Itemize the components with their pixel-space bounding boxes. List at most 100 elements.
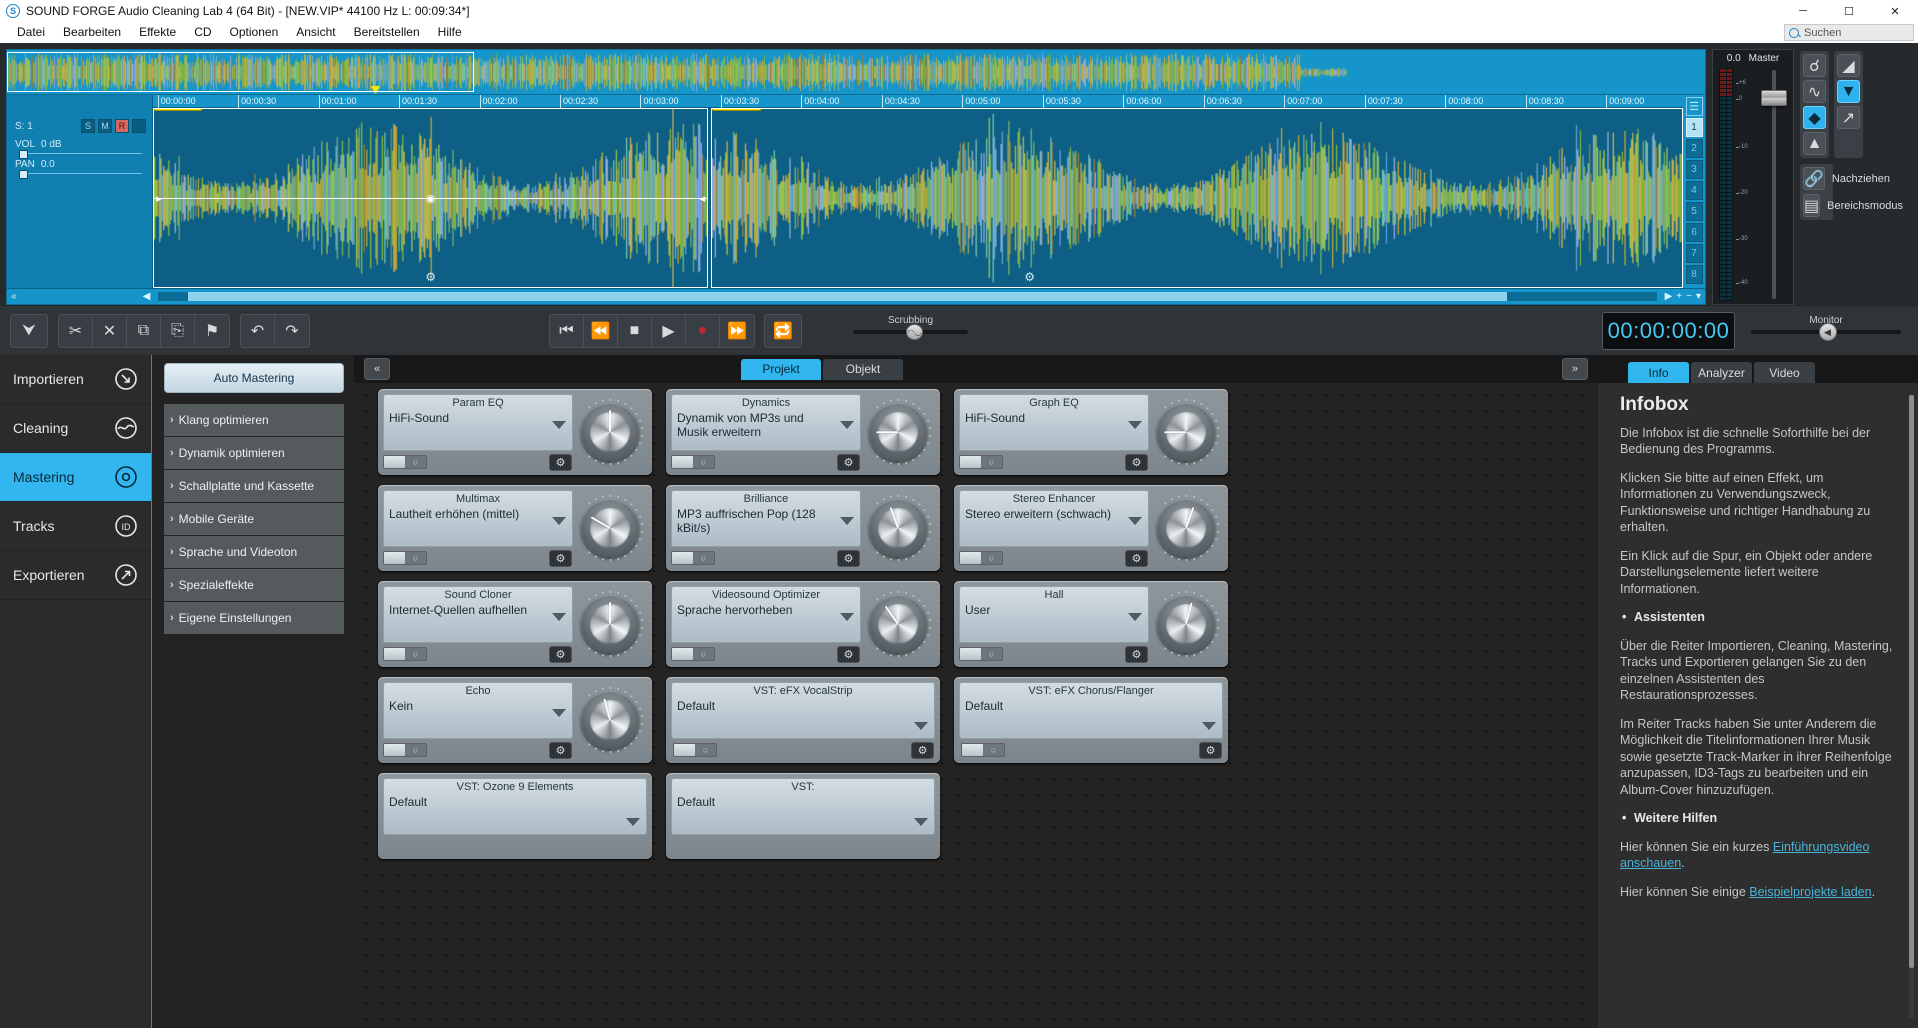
track-number-3[interactable]: 3 [1686, 160, 1703, 179]
effect-card[interactable]: Sound ClonerInternet-Quellen aufhellen○⚙ [378, 581, 652, 667]
search-input[interactable]: Suchen [1784, 24, 1914, 41]
track-lane[interactable]: 1:Track 2 ▸ ◂ ◉ ⚙ 2:Track 4 ⚙ [153, 108, 1683, 288]
menu-optionen[interactable]: Optionen [221, 22, 288, 43]
effect-power-toggle[interactable]: ○ [959, 455, 1003, 469]
sidebar-item-tracks[interactable]: Tracks ID [0, 502, 151, 551]
effect-intensity-knob[interactable] [581, 499, 639, 557]
scroll-right-arrow[interactable]: ▶ [1665, 291, 1673, 302]
effect-card[interactable]: DynamicsDynamik von MP3s und Musik erwei… [666, 389, 940, 475]
preset-item-2[interactable]: ›Schallplatte und Kassette [164, 470, 344, 503]
nachziehen-row[interactable]: 🔗 Nachziehen [1803, 167, 1830, 190]
effect-power-toggle[interactable]: ○ [383, 455, 427, 469]
effect-preset-dropdown[interactable]: BrillianceMP3 auffrischen Pop (128 kBit/… [671, 490, 861, 547]
effect-preset-dropdown[interactable]: HallUser [959, 586, 1149, 643]
chevron-down-icon[interactable] [840, 517, 854, 525]
track-number-2[interactable]: 2 [1686, 139, 1703, 158]
effect-card[interactable]: Param EQHiFi-Sound○⚙ [378, 389, 652, 475]
next-icon[interactable]: ⏩ [720, 315, 754, 347]
track-pan-slider[interactable] [19, 173, 142, 174]
tab-video[interactable]: Video [1754, 362, 1815, 383]
effect-preset-dropdown[interactable]: VST: eFX VocalStripDefault [671, 682, 935, 739]
timeline-window[interactable]: S: 1 S M R VOL 0 dB PAN 0.0 [6, 49, 1706, 305]
effect-intensity-knob[interactable] [1157, 403, 1215, 461]
chevron-down-icon[interactable] [552, 421, 566, 429]
effect-power-toggle[interactable]: ○ [961, 743, 1005, 757]
effect-card[interactable]: MultimaxLautheit erhöhen (mittel)○⚙ [378, 485, 652, 571]
track-vol-slider[interactable] [19, 153, 142, 154]
cut-icon[interactable]: ✂ [59, 315, 93, 347]
chevron-down-icon[interactable] [1128, 421, 1142, 429]
menu-bereitstellen[interactable]: Bereitstellen [345, 22, 429, 43]
link-icon[interactable]: 🔗 [1803, 167, 1825, 190]
info-scrollbar[interactable] [1909, 395, 1914, 1018]
redo-icon[interactable]: ↷ [275, 315, 309, 347]
undo-icon[interactable]: ↶ [241, 315, 275, 347]
marker-flag-icon[interactable]: ⚑ [195, 315, 229, 347]
horizontal-scrollbar[interactable] [158, 292, 1656, 301]
wave-icon[interactable]: ∿ [1803, 80, 1826, 103]
object-icon[interactable]: ◆ [1803, 106, 1826, 129]
clip-label[interactable]: 1:Track 2 [154, 108, 205, 111]
effect-preset-dropdown[interactable]: VST: eFX Chorus/FlangerDefault [959, 682, 1223, 739]
effect-preset-dropdown[interactable]: VST: Ozone 9 ElementsDefault [383, 778, 647, 835]
sidebar-item-cleaning[interactable]: Cleaning [0, 404, 151, 453]
effect-preset-dropdown[interactable]: Sound ClonerInternet-Quellen aufhellen [383, 586, 573, 643]
effect-power-toggle[interactable]: ○ [959, 647, 1003, 661]
scrubbing-handle[interactable]: ◠◡ [906, 324, 923, 340]
gear-icon[interactable]: ⚙ [837, 646, 860, 663]
gear-icon[interactable]: ⚙ [911, 742, 934, 759]
effect-preset-dropdown[interactable]: Graph EQHiFi-Sound [959, 394, 1149, 451]
chevron-down-icon[interactable] [552, 517, 566, 525]
clip-move-handle[interactable]: ◉ [426, 193, 436, 203]
paste-icon[interactable]: ⎘ [161, 315, 195, 347]
rewind-start-icon[interactable]: ⏮ [550, 315, 584, 347]
curve-icon[interactable]: ↗ [1837, 106, 1860, 129]
spectrum-icon[interactable]: ▲ [1803, 132, 1826, 155]
fade-icon[interactable]: ◢ [1837, 54, 1860, 77]
clip-fx-gear-icon[interactable]: ⚙ [424, 270, 438, 284]
effect-power-toggle[interactable]: ○ [383, 551, 427, 565]
effect-intensity-knob[interactable] [1157, 595, 1215, 653]
gear-icon[interactable]: ⚙ [1199, 742, 1222, 759]
chevrons-down-icon[interactable]: ⮟ [11, 315, 47, 347]
effect-intensity-knob[interactable] [581, 691, 639, 749]
track-number-6[interactable]: 6 [1686, 223, 1703, 242]
effect-power-toggle[interactable]: ○ [383, 647, 427, 661]
track-number-1[interactable]: 1 [1686, 118, 1703, 137]
effect-preset-dropdown[interactable]: Videosound OptimizerSprache hervorheben [671, 586, 861, 643]
chevron-down-icon[interactable] [552, 613, 566, 621]
scroll-left-arrow[interactable]: ◀ [143, 291, 151, 302]
track-number-7[interactable]: 7 [1686, 244, 1703, 263]
sidebar-item-mastering[interactable]: Mastering [0, 453, 151, 502]
clip-right-handle[interactable]: ◂ [697, 193, 707, 203]
effect-card[interactable]: VST:Default [666, 773, 940, 859]
minimize-button[interactable]: ─ [1780, 0, 1826, 22]
sample-projects-link[interactable]: Beispielprojekte laden [1749, 885, 1871, 899]
gear-icon[interactable]: ⚙ [549, 454, 572, 471]
preset-item-1[interactable]: ›Dynamik optimieren [164, 437, 344, 470]
timecode-display[interactable]: 00:00:00:00 [1602, 312, 1735, 350]
track-number-8[interactable]: 8 [1686, 265, 1703, 284]
track-record-button[interactable]: R [115, 119, 129, 133]
stop-icon[interactable]: ■ [618, 315, 652, 347]
gear-icon[interactable]: ⚙ [1125, 646, 1148, 663]
track-header[interactable]: S: 1 S M R VOL 0 dB PAN 0.0 [7, 95, 153, 288]
track-list-icon[interactable]: ☰ [1686, 97, 1703, 116]
gear-icon[interactable]: ⚙ [837, 550, 860, 567]
track-fx-button[interactable] [132, 119, 146, 133]
auto-mastering-button[interactable]: Auto Mastering [164, 363, 344, 393]
effect-card[interactable]: EchoKein○⚙ [378, 677, 652, 763]
range-icon[interactable]: ▤ [1803, 194, 1820, 217]
effect-intensity-knob[interactable] [1157, 499, 1215, 557]
monitor-control[interactable]: Monitor ◀ [1751, 315, 1901, 334]
overview-waveform[interactable] [7, 50, 1705, 95]
effect-intensity-knob[interactable] [581, 595, 639, 653]
master-mixer[interactable]: 0.0 Master +60-10-20-30-40 [1712, 49, 1794, 305]
effect-power-toggle[interactable]: ○ [671, 551, 715, 565]
effect-preset-dropdown[interactable]: VST:Default [671, 778, 935, 835]
timeline-lane-area[interactable]: 00:00:0000:00:3000:01:0000:01:3000:02:00… [153, 95, 1683, 288]
fader-knob[interactable] [1761, 90, 1787, 106]
copy-icon[interactable]: ⧉ [127, 315, 161, 347]
effect-power-toggle[interactable]: ○ [673, 743, 717, 757]
effect-power-toggle[interactable]: ○ [383, 743, 427, 757]
